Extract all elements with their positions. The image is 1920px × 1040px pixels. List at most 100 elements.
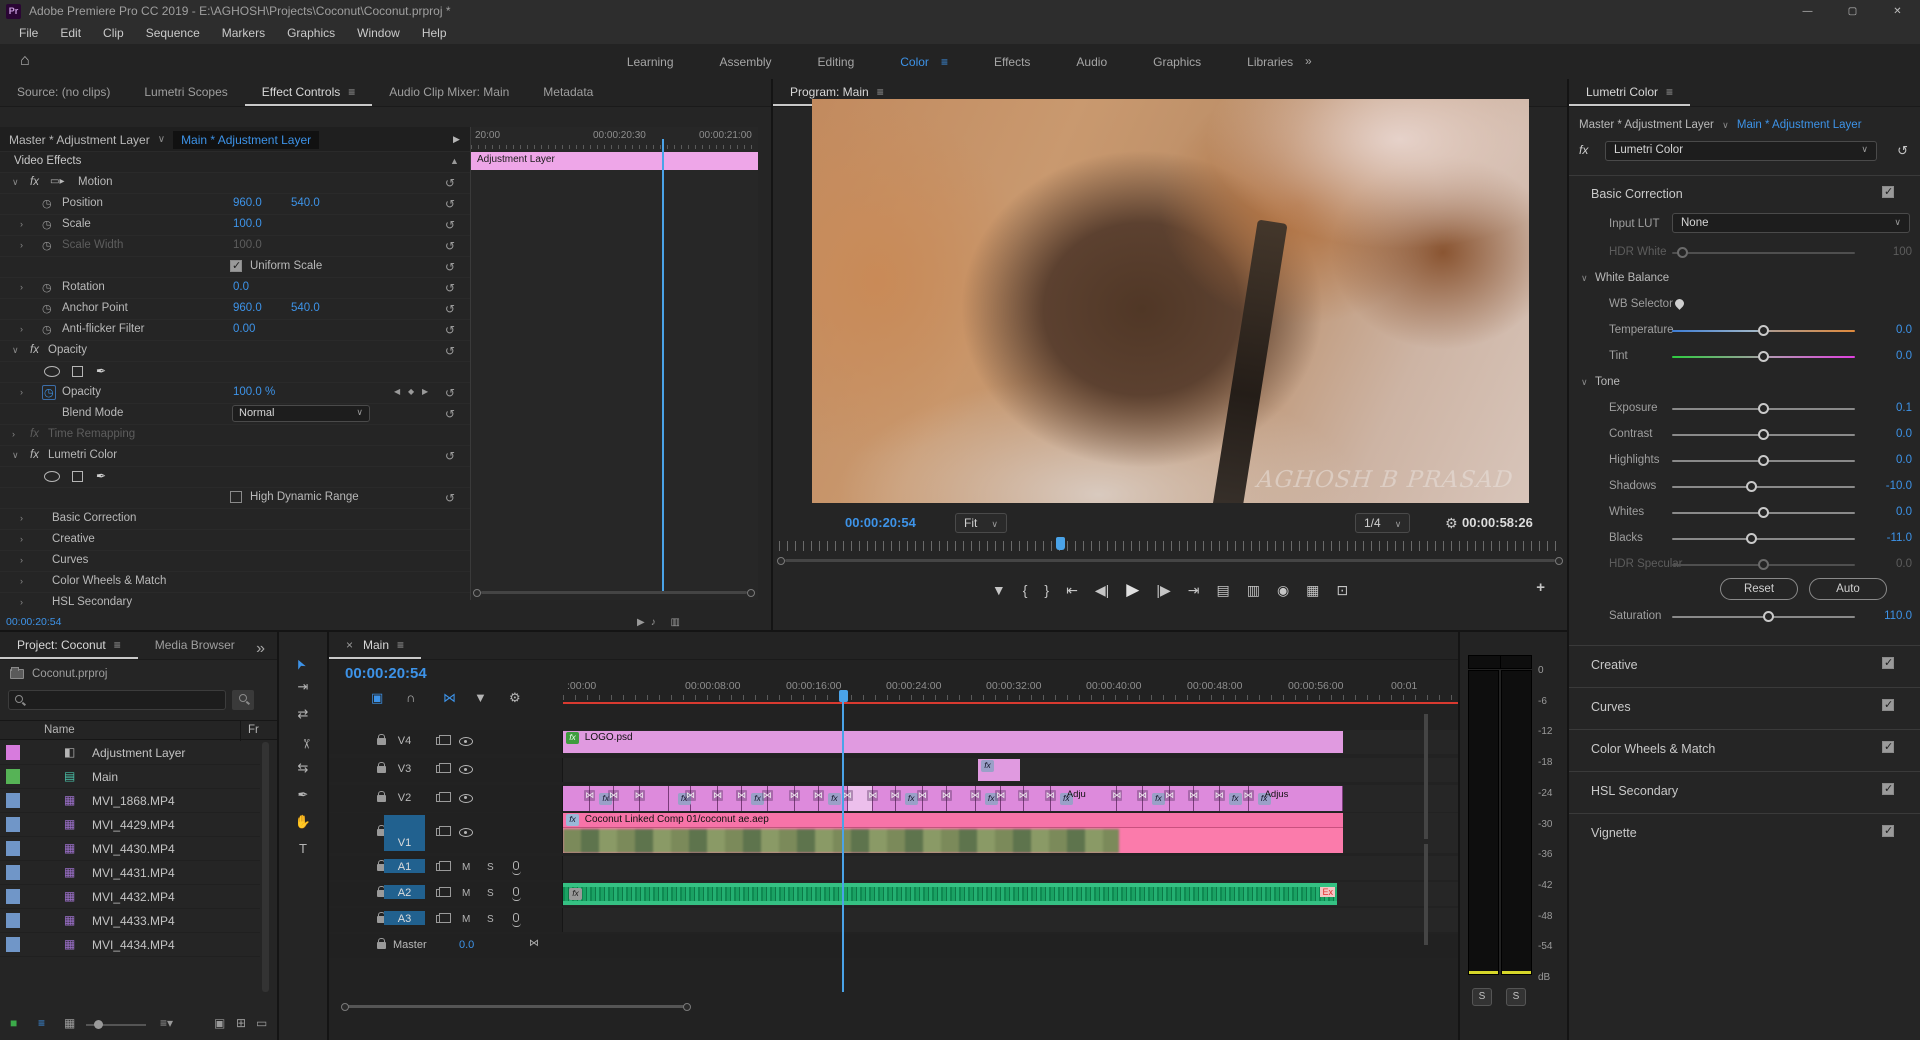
add-keyframe-icon[interactable]: ◆	[408, 387, 414, 396]
expand-icon[interactable]: ›	[20, 387, 23, 397]
slider-knob[interactable]	[1758, 507, 1769, 518]
menu-clip[interactable]: Clip	[92, 26, 135, 40]
ec-row-basic-correction[interactable]: ›Basic Correction	[0, 508, 470, 529]
reset-param-icon[interactable]: ↺	[445, 386, 455, 400]
item-name[interactable]: MVI_1868.MP4	[92, 794, 175, 808]
transition-icon[interactable]: ⋈	[941, 790, 952, 801]
transition-icon[interactable]: ⋈	[890, 790, 901, 801]
track-v1[interactable]: V1fx Coconut Linked Comp 01/coconut ae.a…	[329, 813, 1458, 853]
menu-markers[interactable]: Markers	[211, 26, 276, 40]
item-name[interactable]: MVI_4430.MP4	[92, 842, 175, 856]
ec-row-rotation[interactable]: ›◷Rotation0.0↺	[0, 277, 470, 298]
workspace-tab-graphics[interactable]: Graphics	[1153, 55, 1201, 69]
slider-track[interactable]	[1672, 460, 1855, 462]
ec-row-scale[interactable]: ›◷Scale100.0↺	[0, 214, 470, 235]
reset-param-icon[interactable]: ↺	[445, 407, 455, 421]
transition-icon[interactable]: ⋈	[995, 790, 1006, 801]
solo-button[interactable]: S	[487, 862, 494, 873]
zoom-slider-handle[interactable]	[94, 1020, 103, 1029]
ec-row-video-effects[interactable]: Video Effects▲	[0, 151, 470, 172]
param-value[interactable]: 960.0	[233, 197, 262, 209]
panel-menu-icon[interactable]: ≡	[877, 85, 884, 99]
ec-row-time-remapping[interactable]: ›fxTime Remapping	[0, 424, 470, 445]
tab-audio-clip-mixer-main[interactable]: Audio Clip Mixer: Main	[372, 79, 526, 106]
lock-icon[interactable]	[377, 942, 386, 949]
track-a3[interactable]: A3MS	[329, 908, 1458, 932]
label-color-swatch[interactable]	[6, 817, 20, 832]
label-color-swatch[interactable]	[6, 865, 20, 880]
label-color-swatch[interactable]	[6, 769, 20, 784]
transition-icon[interactable]: ⋈	[1111, 790, 1122, 801]
toggle-track-output-icon[interactable]	[459, 794, 473, 803]
settings-wrench-icon[interactable]: ⚙	[1445, 515, 1458, 532]
toggle-track-output-icon[interactable]	[459, 737, 473, 746]
menu-file[interactable]: File	[8, 26, 49, 40]
stopwatch-icon[interactable]: ◷	[42, 302, 52, 315]
ec-row-blend-mode[interactable]: Blend ModeNormal∨↺	[0, 403, 470, 424]
stopwatch-icon[interactable]: ◷	[42, 281, 52, 294]
workspace-tab-color[interactable]: Color	[900, 55, 929, 69]
project-writable-icon[interactable]: ■	[10, 1016, 17, 1030]
project-item-mvi-4430-mp4[interactable]: ▦MVI_4430.MP4	[0, 837, 260, 861]
tab-sequence-main[interactable]: ×Main≡	[329, 632, 421, 659]
step-back-icon[interactable]: ◀|	[1095, 582, 1109, 599]
slip-tool[interactable]: ⇆	[279, 760, 327, 782]
ec-row-lumetri-color[interactable]: ∨fxLumetri Color↺	[0, 445, 470, 466]
insert-overwrite-nest-icon[interactable]: ▣	[371, 690, 383, 706]
param-value[interactable]: 100.0	[233, 218, 262, 230]
project-item-mvi-4434-mp4[interactable]: ▦MVI_4434.MP4	[0, 933, 260, 957]
transition-icon[interactable]: ⋈	[1243, 790, 1254, 801]
slider-value[interactable]: 110.0	[1884, 610, 1912, 622]
transition-icon[interactable]: ⋈	[1164, 790, 1175, 801]
slider-value[interactable]: 0.0	[1896, 454, 1912, 466]
sync-lock-icon[interactable]	[436, 889, 446, 897]
sort-icon[interactable]: ≡▾	[160, 1016, 173, 1030]
expand-icon[interactable]: ›	[20, 282, 23, 292]
tab-lumetri-scopes[interactable]: Lumetri Scopes	[127, 79, 244, 106]
ec-row-opacity[interactable]: ›◷Opacity100.0 %◀◆▶↺	[0, 382, 470, 403]
section-checkbox[interactable]	[1882, 741, 1894, 753]
lift-icon[interactable]: ▤	[1216, 582, 1229, 599]
reset-param-icon[interactable]: ↺	[445, 323, 455, 337]
eyedropper-icon[interactable]	[1673, 297, 1686, 310]
expand-icon[interactable]: ›	[20, 513, 23, 523]
mute-button[interactable]: M	[462, 888, 470, 899]
menu-graphics[interactable]: Graphics	[276, 26, 346, 40]
track-a1[interactable]: A1MS	[329, 856, 1458, 880]
workspace-menu-icon[interactable]: ≡	[941, 55, 948, 69]
pen-tool[interactable]: ✒	[279, 787, 327, 809]
transition-icon[interactable]: ⋈	[685, 790, 696, 801]
slider-knob[interactable]	[1758, 403, 1769, 414]
slider-knob[interactable]	[1758, 325, 1769, 336]
reset-param-icon[interactable]: ↺	[445, 260, 455, 274]
program-scrollbar[interactable]	[777, 557, 1563, 566]
close-icon[interactable]: ×	[346, 638, 353, 652]
sync-lock-icon[interactable]	[436, 765, 446, 773]
project-item-mvi-4429-mp4[interactable]: ▦MVI_4429.MP4	[0, 813, 260, 837]
icon-view-icon[interactable]: ▦	[64, 1016, 75, 1030]
timeline-timecode[interactable]: 00:00:20:54	[345, 665, 427, 682]
close-button[interactable]: ✕	[1875, 0, 1920, 22]
track-name-v3[interactable]: V3	[384, 761, 425, 775]
transition-icon[interactable]: ⋈	[970, 790, 981, 801]
clip-coconut-linked-comp[interactable]: fx Coconut Linked Comp 01/coconut ae.aep	[563, 813, 1343, 853]
item-name[interactable]: MVI_4432.MP4	[92, 890, 175, 904]
prev-keyframe-icon[interactable]: ◀	[394, 387, 400, 396]
playhead-handle[interactable]	[839, 690, 848, 702]
item-name[interactable]: MVI_4429.MP4	[92, 818, 175, 832]
type-tool[interactable]: T	[279, 841, 327, 863]
ec-row-masks[interactable]: ✒	[0, 361, 470, 382]
label-color-swatch[interactable]	[6, 745, 20, 760]
menu-window[interactable]: Window	[346, 26, 411, 40]
section-checkbox[interactable]	[1882, 783, 1894, 795]
adjustment-layer-clip-bar[interactable]: Adjustment Layer	[471, 152, 758, 170]
timeline-view-toggle-icon[interactable]: ▶	[453, 134, 460, 145]
reset-param-icon[interactable]: ↺	[445, 239, 455, 253]
transition-icon[interactable]: ⋈	[712, 790, 723, 801]
slider-knob[interactable]	[1763, 611, 1774, 622]
lumetri-clip-selector[interactable]: Master * Adjustment Layer ∨ Main * Adjus…	[1579, 119, 1862, 131]
mute-button[interactable]: M	[462, 862, 470, 873]
clip-segment[interactable]: ⋈fxAdjus	[1249, 786, 1343, 811]
param-value[interactable]: 0.00	[233, 323, 255, 335]
timeline-horizontal-scrollbar[interactable]	[333, 1003, 1454, 1012]
